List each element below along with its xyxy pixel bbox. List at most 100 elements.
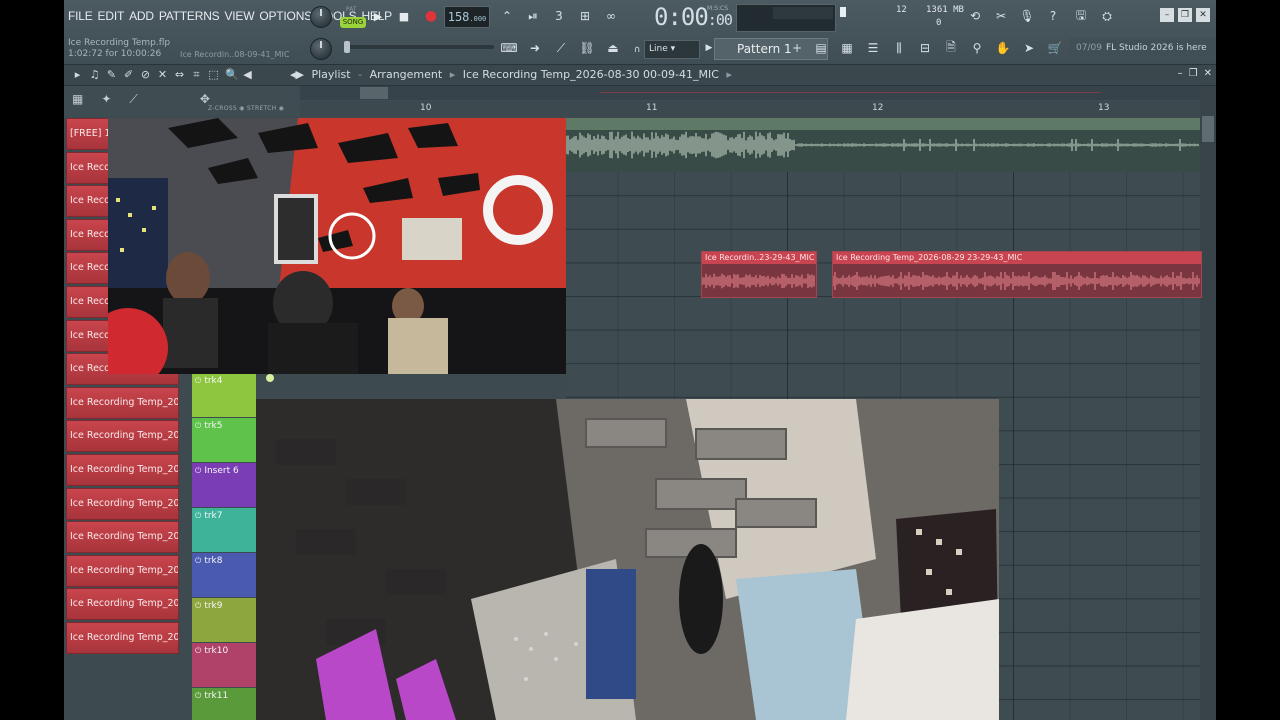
- playback-icon[interactable]: ◀: [242, 68, 253, 82]
- grid-icon[interactable]: ▦: [72, 92, 83, 107]
- record-button[interactable]: ●: [421, 6, 441, 26]
- track-name[interactable]: Ice Recording Temp_202...: [66, 420, 179, 453]
- link-icon[interactable]: ⛓: [576, 38, 598, 58]
- browser-icon[interactable]: ⊟: [914, 38, 936, 58]
- piano-roll-icon[interactable]: ▦: [836, 38, 858, 58]
- news-panel[interactable]: 07/09 FL Studio 2026 is here: [1070, 38, 1216, 58]
- master-volume-knob[interactable]: [310, 6, 332, 28]
- playlist-minimize-icon[interactable]: –: [1178, 68, 1183, 79]
- mixer-insert[interactable]: trk5: [192, 418, 256, 462]
- restore-icon[interactable]: ❐: [1178, 8, 1192, 22]
- track-name[interactable]: Ice Recording Temp_202...: [66, 588, 179, 621]
- vertical-scrollbar[interactable]: [1200, 86, 1216, 720]
- delete-icon[interactable]: ⊘: [140, 68, 151, 82]
- slice-icon[interactable]: ⌗: [191, 68, 202, 82]
- snap-icon[interactable]: ✦: [101, 92, 111, 107]
- select-icon[interactable]: ⬚: [208, 68, 219, 82]
- cart-icon[interactable]: 🛒: [1044, 38, 1066, 58]
- save-icon[interactable]: 🖫: [1070, 6, 1092, 26]
- insert-label: Insert 6: [195, 466, 238, 476]
- pencil-icon[interactable]: ✎: [106, 68, 117, 82]
- tempo-display[interactable]: 158.000: [444, 6, 490, 28]
- paint-icon[interactable]: ✐: [123, 68, 134, 82]
- mixer-insert[interactable]: trk4: [192, 373, 256, 417]
- menu-view[interactable]: VIEW: [224, 9, 254, 23]
- playlist-project[interactable]: Ice Recording Temp_2026-08-30 00-09-41_M…: [463, 68, 719, 81]
- stop-button[interactable]: ■: [394, 6, 414, 26]
- insert-handle-icon[interactable]: [266, 374, 274, 382]
- track-name[interactable]: Ice Recording Temp_202...: [66, 487, 179, 520]
- zoom-icon[interactable]: 🔍: [225, 68, 239, 82]
- brush-icon[interactable]: ⟋: [550, 38, 572, 58]
- countdown-icon[interactable]: 3: [548, 6, 570, 26]
- step-edit-icon[interactable]: ⊞: [574, 6, 596, 26]
- timeline-ruler[interactable]: 10 11 12 13: [300, 101, 1200, 116]
- track-row[interactable]: Ice Recording Temp_202...: [64, 454, 184, 486]
- track-row[interactable]: Ice Recording Temp_202...: [64, 487, 184, 520]
- polyphony-value: 12: [896, 5, 907, 15]
- loop-record-icon[interactable]: ∞: [600, 6, 622, 26]
- headphones-icon[interactable]: ♫: [89, 68, 100, 82]
- mixer-insert[interactable]: trk9: [192, 598, 256, 642]
- menu-arrow-icon[interactable]: ▸: [72, 68, 83, 82]
- audio-clip-long[interactable]: Ice Recording Temp_2026-08-29 23-29-43_M…: [832, 251, 1202, 298]
- playlist-close-icon[interactable]: ✕: [1204, 68, 1212, 79]
- menu-add[interactable]: ADD: [129, 9, 154, 23]
- wait-input-icon[interactable]: ⏯: [522, 6, 544, 26]
- menu-patterns[interactable]: PATTERNS: [159, 9, 220, 23]
- track-row[interactable]: Ice Recording Temp_202...: [64, 521, 184, 554]
- step-forward-icon[interactable]: ➜: [524, 38, 546, 58]
- pattern-add-icon[interactable]: +: [786, 38, 808, 58]
- mute-icon[interactable]: ✕: [157, 68, 168, 82]
- minimize-icon[interactable]: –: [1160, 8, 1174, 22]
- track-row[interactable]: Ice Recording Temp_202...: [64, 588, 184, 621]
- horizontal-scroll-thumb[interactable]: [360, 87, 388, 99]
- track-name[interactable]: Ice Recording Temp_202...: [66, 554, 179, 587]
- menu-edit[interactable]: EDIT: [98, 9, 125, 23]
- mixer-insert[interactable]: trk8: [192, 553, 256, 597]
- track-name[interactable]: Ice Recording Temp_202...: [66, 521, 179, 554]
- track-row[interactable]: Ice Recording Temp_202...: [64, 554, 184, 587]
- file-icon[interactable]: 🗎: [940, 38, 962, 58]
- play-button[interactable]: ▶: [368, 6, 388, 26]
- mixer-icon[interactable]: ⫼: [888, 38, 910, 58]
- audio-clip-top[interactable]: [566, 118, 1200, 172]
- track-row[interactable]: Ice Recording Temp_202...: [64, 420, 184, 453]
- track-name[interactable]: Ice Recording Temp_202...: [66, 386, 179, 419]
- horizontal-scrollbar[interactable]: [300, 86, 1200, 100]
- plugin-picker-icon[interactable]: ⚲: [966, 38, 988, 58]
- typing-keyboard-icon[interactable]: ⌨: [498, 38, 520, 58]
- undo-history-icon[interactable]: ⟲: [964, 6, 986, 26]
- snap-selector[interactable]: Line ▾: [644, 40, 700, 59]
- close-icon[interactable]: ✕: [1196, 8, 1210, 22]
- track-name[interactable]: Ice Recording Temp_202...: [66, 454, 179, 486]
- channel-rack-icon[interactable]: ☰: [862, 38, 884, 58]
- mixer-insert[interactable]: trk7: [192, 508, 256, 552]
- menu-file[interactable]: FILE: [68, 9, 93, 23]
- track-name[interactable]: Ice Recording Temp_202...: [66, 622, 179, 654]
- stamp-icon[interactable]: ⏏: [602, 38, 624, 58]
- microphone-icon[interactable]: 🎙: [1016, 6, 1038, 26]
- mixer-insert[interactable]: trk11: [192, 688, 256, 720]
- master-pitch-slider[interactable]: [344, 41, 494, 53]
- vertical-scroll-thumb[interactable]: [1202, 116, 1214, 142]
- master-pitch-knob[interactable]: [310, 38, 332, 60]
- send-icon[interactable]: ➤: [1018, 38, 1040, 58]
- link-tool-icon[interactable]: ⟋: [129, 92, 137, 107]
- touch-controller-icon[interactable]: ✋: [992, 38, 1014, 58]
- playlist-icon[interactable]: ▤: [810, 38, 832, 58]
- plugin-icon[interactable]: ⛭: [1096, 6, 1118, 26]
- playlist-maximize-icon[interactable]: ❐: [1189, 68, 1198, 79]
- mixer-insert[interactable]: Insert 6: [192, 463, 256, 507]
- menu-options[interactable]: OPTIONS: [259, 9, 312, 23]
- slip-icon[interactable]: ⇔: [174, 68, 185, 82]
- metronome-icon[interactable]: ⌃: [496, 6, 518, 26]
- playlist-title: ◂▶ Playlist - Arrangement ▸ Ice Recordin…: [290, 68, 736, 81]
- audio-clip-short[interactable]: Ice Recordin..23-29-43_MIC: [701, 251, 817, 298]
- help-icon[interactable]: ?: [1042, 6, 1064, 26]
- track-row[interactable]: Ice Recording Temp_202...: [64, 622, 184, 654]
- mixer-insert[interactable]: trk10: [192, 643, 256, 687]
- pat-song-toggle[interactable]: PAT SONG: [340, 6, 366, 28]
- track-row[interactable]: Ice Recording Temp_202...: [64, 386, 184, 419]
- cut-tool-icon[interactable]: ✂: [990, 6, 1012, 26]
